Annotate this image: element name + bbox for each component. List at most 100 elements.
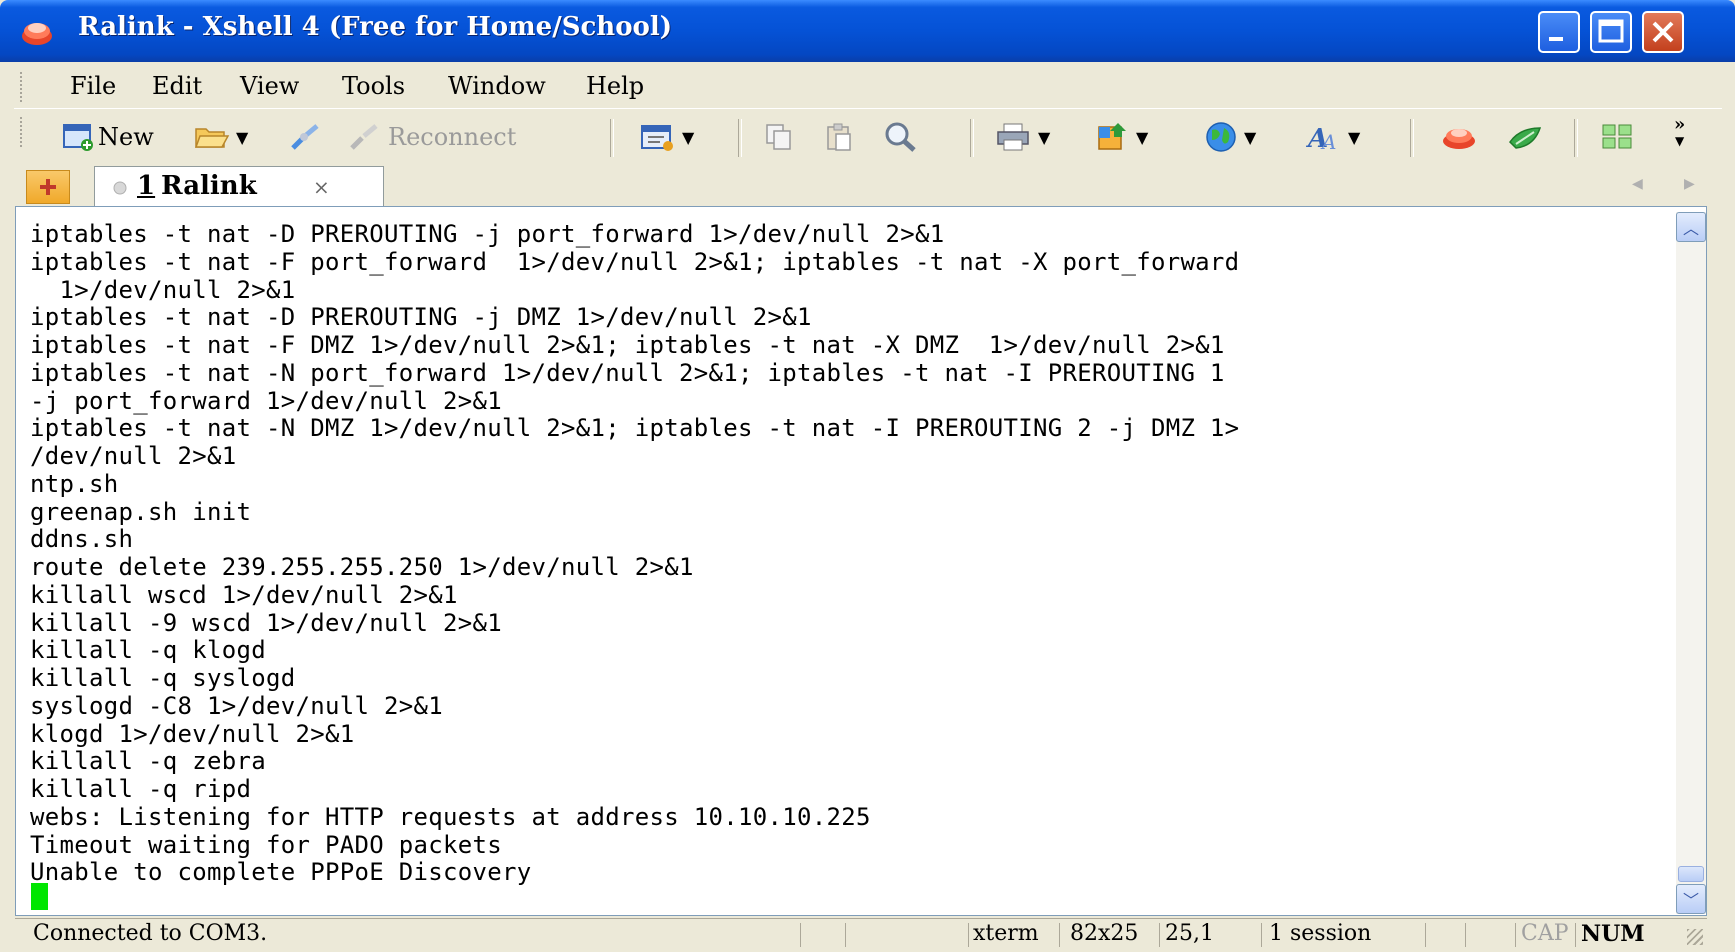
status-size: 82x25 — [1070, 921, 1139, 946]
search-icon — [885, 122, 916, 152]
plus-icon — [40, 179, 56, 195]
properties-button[interactable]: ▼ — [640, 117, 694, 157]
terminal-line: iptables -t nat -D PREROUTING -j port_fo… — [30, 220, 945, 248]
connect-button[interactable] — [289, 117, 323, 157]
status-caps-lock: CAP — [1521, 921, 1569, 946]
xftp-icon — [1509, 127, 1542, 149]
globe-icon — [1206, 122, 1236, 152]
toolbar-separator — [1410, 119, 1414, 157]
paste-icon — [827, 123, 851, 151]
terminal-line: iptables -t nat -N DMZ 1>/dev/null 2>&1;… — [30, 414, 1240, 443]
chevron-down-icon: ▼ — [236, 127, 249, 147]
minimize-button[interactable] — [1538, 11, 1580, 53]
terminal-line: killall -9 wscd 1>/dev/null 2>&1 — [30, 608, 502, 637]
tab-scroll-left-icon[interactable]: ◀ — [1632, 176, 1643, 192]
terminal-area[interactable]: iptables -t nat -D PREROUTING -j port_fo… — [15, 206, 1707, 916]
tab-number: 1 — [137, 171, 156, 201]
terminal-line: iptables -t nat -N port_forward 1>/dev/n… — [30, 358, 1225, 387]
menubar-grip[interactable] — [20, 72, 26, 102]
menu-window[interactable]: Window — [448, 72, 546, 100]
menu-file[interactable]: File — [70, 72, 116, 100]
toolbar-grip[interactable] — [20, 117, 26, 147]
transfer-button[interactable]: ▼ — [1096, 117, 1148, 157]
maximize-icon — [1598, 19, 1624, 43]
web-button[interactable]: ▼ — [1204, 117, 1256, 157]
tab-ralink[interactable]: 1 Ralink × — [94, 166, 384, 206]
terminal-line: /dev/null 2>&1 — [30, 442, 237, 470]
chevron-down-icon: ▼ — [1348, 127, 1361, 147]
menu-edit[interactable]: Edit — [152, 72, 202, 100]
terminal-line: killall wscd 1>/dev/null 2>&1 — [30, 580, 458, 609]
vertical-scrollbar[interactable]: ︿ ﹀ — [1676, 212, 1706, 914]
terminal-line: 1>/dev/null 2>&1 — [30, 275, 296, 304]
toolbar: New ▼ Reconnect ▼ ▼ ▼ ▼ A A ▼ » ▼ — [14, 108, 1722, 167]
toolbar-separator — [970, 119, 974, 157]
status-separator — [1261, 923, 1262, 947]
reconnect-button[interactable]: Reconnect — [348, 117, 516, 157]
scroll-thumb[interactable] — [1678, 866, 1704, 882]
window-title: Ralink - Xshell 4 (Free for Home/School) — [78, 12, 673, 42]
paste-button[interactable] — [824, 117, 854, 157]
open-button[interactable]: ▼ — [194, 117, 248, 157]
xshell-window: Ralink - Xshell 4 (Free for Home/School)… — [0, 0, 1735, 952]
title-bar[interactable]: Ralink - Xshell 4 (Free for Home/School) — [0, 0, 1735, 62]
status-position: 25,1 — [1165, 921, 1214, 946]
terminal-line: killall -q zebra — [30, 747, 266, 776]
terminal-output: iptables -t nat -D PREROUTING -j port_fo… — [30, 220, 1240, 887]
new-session-button[interactable]: New — [62, 117, 154, 157]
menu-tools[interactable]: Tools — [342, 72, 405, 100]
status-separator — [968, 923, 969, 947]
menu-bar: File Edit View Tools Window Help — [14, 64, 1722, 108]
chevron-double-right-icon: » — [1674, 114, 1686, 135]
copy-button[interactable] — [764, 117, 794, 157]
tab-close-icon[interactable]: × — [313, 175, 330, 199]
toolbar-separator — [1574, 119, 1578, 157]
close-button[interactable] — [1642, 11, 1684, 53]
terminal-line: iptables -t nat -F port_forward 1>/dev/n… — [30, 247, 1240, 276]
status-bar: Connected to COM3. xterm 82x25 25,1 1 se… — [15, 918, 1707, 951]
terminal-line: klogd 1>/dev/null 2>&1 — [30, 719, 355, 748]
menu-help[interactable]: Help — [586, 72, 644, 100]
tab-label: Ralink — [161, 171, 257, 201]
font-icon: A A — [1306, 124, 1336, 153]
layout-button[interactable] — [1600, 117, 1634, 157]
terminal-line: iptables -t nat -F DMZ 1>/dev/null 2>&1;… — [30, 331, 1225, 359]
chevron-down-icon: ▼ — [1038, 127, 1051, 147]
xshell-logo-icon — [22, 23, 52, 45]
tile-layout-icon — [1602, 124, 1632, 149]
toolbar-overflow-button[interactable]: » ▼ — [1674, 114, 1686, 157]
chevron-down-icon: ▼ — [1244, 127, 1257, 147]
status-separator — [1465, 923, 1466, 947]
file-transfer-icon — [1098, 123, 1126, 150]
terminal-line: Timeout waiting for PADO packets — [30, 830, 502, 859]
session-status-icon — [113, 181, 127, 195]
reconnect-label: Reconnect — [388, 123, 517, 151]
terminal-cursor — [31, 883, 48, 910]
xshell-button[interactable] — [1440, 117, 1478, 157]
terminal-line: killall -q klogd — [30, 636, 266, 665]
new-label: New — [98, 123, 154, 151]
find-button[interactable] — [884, 117, 918, 157]
resize-grip[interactable] — [1687, 929, 1703, 945]
status-num-lock: NUM — [1581, 921, 1645, 947]
terminal-line: route delete 239.255.255.250 1>/dev/null… — [30, 553, 694, 581]
toolbar-separator — [610, 119, 614, 157]
chevron-down-icon: ﹀ — [1682, 891, 1699, 910]
font-button[interactable]: A A ▼ — [1306, 117, 1360, 157]
status-separator — [800, 923, 801, 947]
status-term-type: xterm — [973, 921, 1039, 946]
print-button[interactable]: ▼ — [996, 117, 1050, 157]
scroll-down-button[interactable]: ﹀ — [1676, 884, 1706, 914]
tab-scroll-right-icon[interactable]: ▶ — [1684, 176, 1695, 192]
menu-view[interactable]: View — [240, 72, 299, 100]
new-tab-button[interactable] — [26, 170, 70, 204]
xftp-button[interactable] — [1506, 117, 1544, 157]
terminal-line: Unable to complete PPPoE Discovery — [30, 858, 532, 887]
status-separator — [845, 923, 846, 947]
connect-plug-icon — [291, 124, 319, 150]
chevron-up-icon: ︿ — [1682, 219, 1699, 238]
xshell-logo-icon — [1443, 129, 1475, 149]
close-icon — [1652, 21, 1674, 43]
maximize-button[interactable] — [1590, 11, 1632, 53]
scroll-up-button[interactable]: ︿ — [1676, 212, 1706, 242]
